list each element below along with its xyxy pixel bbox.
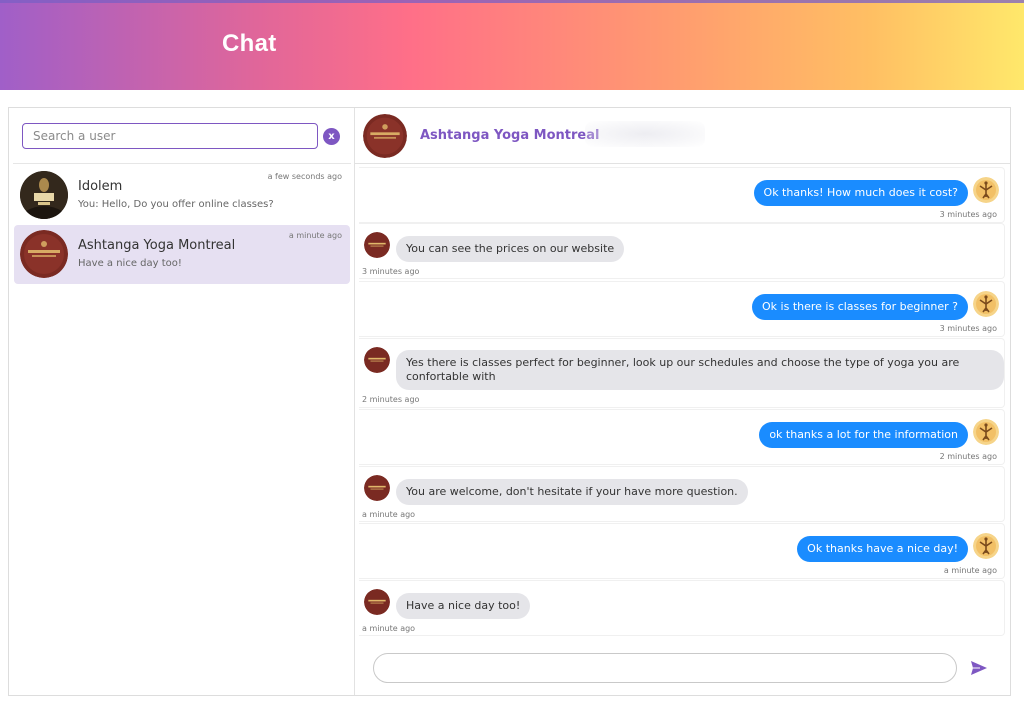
message-input[interactable] xyxy=(373,653,957,683)
send-icon[interactable] xyxy=(969,658,989,678)
message-row: Ok is there is classes for beginner ? 3 … xyxy=(359,281,1005,337)
message-row: You can see the prices on our website 3 … xyxy=(359,223,1005,279)
incoming-message-bubble: You are welcome, don't hesitate if your … xyxy=(396,479,748,505)
chat-panel: x Idolem You: Hello, Do you offer online… xyxy=(8,107,1011,696)
user-avatar xyxy=(973,177,999,203)
ashtanga-logo-avatar xyxy=(363,114,407,158)
incoming-message-bubble: Yes there is classes perfect for beginne… xyxy=(396,350,1004,390)
outgoing-message-bubble: Ok is there is classes for beginner ? xyxy=(752,294,968,320)
conversation-preview: Have a nice day too! xyxy=(78,258,182,269)
app-header: Chat xyxy=(0,0,1024,90)
message-time: 2 minutes ago xyxy=(939,452,997,461)
header-top-border xyxy=(0,0,1024,3)
chat-contact-name: Ashtanga Yoga Montreal xyxy=(420,128,600,143)
message-time: 2 minutes ago xyxy=(362,395,420,404)
conversation-name: Idolem xyxy=(78,179,123,194)
conversation-name: Ashtanga Yoga Montreal xyxy=(78,238,236,253)
conversation-time: a minute ago xyxy=(288,231,342,240)
message-row: Yes there is classes perfect for beginne… xyxy=(359,338,1005,408)
outgoing-message-bubble: Ok thanks have a nice day! xyxy=(797,536,968,562)
message-composer xyxy=(355,635,1010,695)
message-list: Ok thanks! How much does it cost? 3 minu… xyxy=(355,165,1010,636)
incoming-message-bubble: Have a nice day too! xyxy=(396,593,531,619)
conversation-item-idolem[interactable]: Idolem You: Hello, Do you offer online c… xyxy=(14,166,350,225)
user-avatar xyxy=(973,533,999,559)
contact-avatar xyxy=(364,589,390,615)
search-wrapper xyxy=(22,123,318,149)
incoming-message-bubble: You can see the prices on our website xyxy=(396,236,625,262)
message-time: 3 minutes ago xyxy=(939,210,997,219)
message-row: Ok thanks have a nice day! a minute ago xyxy=(359,523,1005,579)
contact-avatar xyxy=(364,232,390,258)
message-time: 3 minutes ago xyxy=(362,267,420,276)
contact-avatar xyxy=(364,347,390,373)
clear-search-button[interactable]: x xyxy=(323,128,340,145)
contact-avatar xyxy=(364,475,390,501)
outgoing-message-bubble: ok thanks a lot for the information xyxy=(759,422,968,448)
conversation-item-ashtanga[interactable]: Ashtanga Yoga Montreal Have a nice day t… xyxy=(14,225,350,284)
chat-header: Ashtanga Yoga Montreal xyxy=(355,108,1010,164)
idolem-logo-avatar xyxy=(20,171,68,219)
typing-indicator-placeholder xyxy=(585,121,705,147)
message-row: Have a nice day too! a minute ago xyxy=(359,580,1005,636)
message-time: a minute ago xyxy=(362,624,416,633)
conversation-preview: You: Hello, Do you offer online classes? xyxy=(78,199,274,210)
user-avatar xyxy=(973,291,999,317)
page-title: Chat xyxy=(222,30,277,57)
message-row: Ok thanks! How much does it cost? 3 minu… xyxy=(359,167,1005,223)
message-time: a minute ago xyxy=(362,510,416,519)
user-avatar xyxy=(973,419,999,445)
message-row: You are welcome, don't hesitate if your … xyxy=(359,466,1005,522)
divider xyxy=(13,163,351,164)
search-input[interactable] xyxy=(22,123,318,149)
message-row: ok thanks a lot for the information 2 mi… xyxy=(359,409,1005,465)
message-time: a minute ago xyxy=(943,566,997,575)
conversation-time: a few seconds ago xyxy=(267,172,342,181)
ashtanga-logo-avatar xyxy=(20,230,68,278)
outgoing-message-bubble: Ok thanks! How much does it cost? xyxy=(753,180,968,206)
message-time: 3 minutes ago xyxy=(939,324,997,333)
conversation-sidebar: x Idolem You: Hello, Do you offer online… xyxy=(9,108,355,695)
